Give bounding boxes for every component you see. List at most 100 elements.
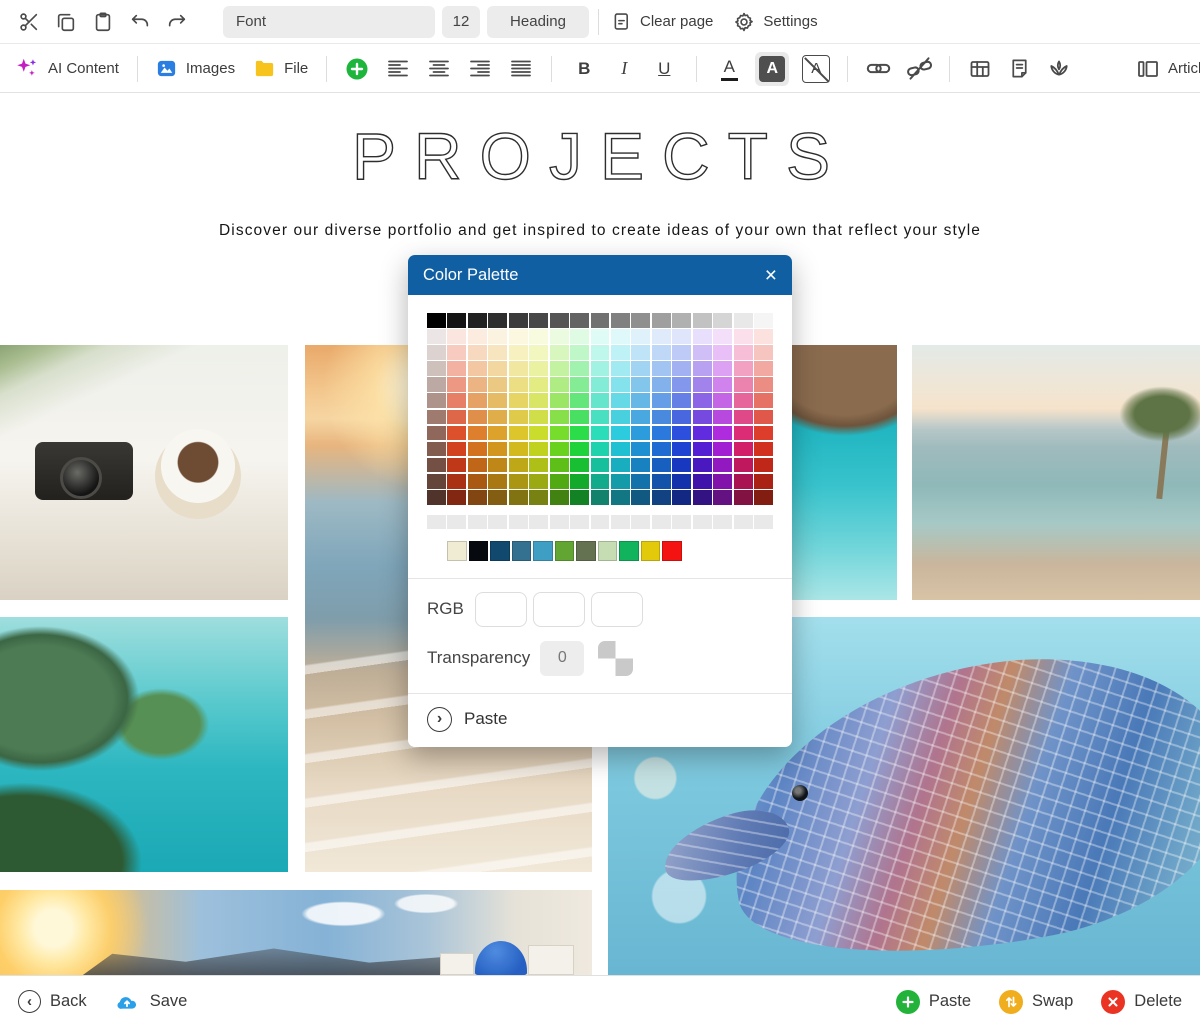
palette-swatch[interactable]: [488, 377, 507, 392]
align-left-button[interactable]: [386, 57, 410, 81]
palette-swatch[interactable]: [509, 490, 528, 505]
palette-swatch[interactable]: [734, 345, 753, 360]
palette-swatch[interactable]: [611, 474, 630, 489]
palette-swatch[interactable]: [693, 313, 712, 328]
file-button[interactable]: File: [253, 57, 308, 80]
palette-swatch[interactable]: [652, 393, 671, 408]
palette-swatch[interactable]: [693, 393, 712, 408]
photo-coastal-cliffs[interactable]: [0, 617, 288, 872]
recent-color-swatch[interactable]: [576, 541, 596, 561]
palette-swatch[interactable]: [468, 474, 487, 489]
palette-swatch[interactable]: [591, 426, 610, 441]
palette-empty-swatch[interactable]: [631, 515, 650, 530]
palette-swatch[interactable]: [570, 442, 589, 457]
rgb-b-input[interactable]: [591, 592, 643, 627]
palette-swatch[interactable]: [447, 442, 466, 457]
palette-swatch[interactable]: [550, 345, 569, 360]
palette-swatch[interactable]: [631, 426, 650, 441]
palette-swatch[interactable]: [734, 361, 753, 376]
palette-swatch[interactable]: [529, 474, 548, 489]
palette-swatch[interactable]: [754, 458, 773, 473]
redo-button[interactable]: [158, 4, 195, 40]
palette-swatch[interactable]: [672, 442, 691, 457]
palette-swatch[interactable]: [754, 393, 773, 408]
palette-swatch[interactable]: [591, 313, 610, 328]
palette-swatch[interactable]: [611, 377, 630, 392]
palette-swatch[interactable]: [631, 410, 650, 425]
palette-swatch[interactable]: [468, 361, 487, 376]
palette-swatch[interactable]: [631, 393, 650, 408]
palette-swatch[interactable]: [468, 442, 487, 457]
palette-swatch[interactable]: [468, 345, 487, 360]
palette-swatch[interactable]: [550, 490, 569, 505]
palette-swatch[interactable]: [468, 426, 487, 441]
palette-swatch[interactable]: [570, 410, 589, 425]
palette-swatch[interactable]: [734, 490, 753, 505]
palette-swatch[interactable]: [652, 474, 671, 489]
palette-swatch[interactable]: [591, 345, 610, 360]
underline-button[interactable]: U: [652, 59, 676, 79]
insert-page-button[interactable]: [1008, 57, 1031, 80]
palette-swatch[interactable]: [570, 490, 589, 505]
palette-swatch[interactable]: [713, 345, 732, 360]
palette-swatch[interactable]: [447, 329, 466, 344]
palette-swatch[interactable]: [611, 361, 630, 376]
palette-swatch[interactable]: [611, 426, 630, 441]
palette-swatch[interactable]: [672, 361, 691, 376]
palette-swatch[interactable]: [509, 474, 528, 489]
palette-swatch[interactable]: [693, 442, 712, 457]
palette-swatch[interactable]: [550, 426, 569, 441]
rgb-r-input[interactable]: [475, 592, 527, 627]
images-button[interactable]: Images: [155, 57, 235, 80]
palette-swatch[interactable]: [509, 426, 528, 441]
align-right-button[interactable]: [468, 57, 492, 81]
back-button[interactable]: ‹ Back: [18, 990, 87, 1013]
font-family-select[interactable]: Font: [223, 6, 435, 38]
palette-swatch[interactable]: [713, 377, 732, 392]
palette-swatch[interactable]: [468, 410, 487, 425]
palette-swatch[interactable]: [693, 426, 712, 441]
palette-swatch[interactable]: [447, 313, 466, 328]
palette-swatch[interactable]: [754, 474, 773, 489]
palette-swatch[interactable]: [529, 393, 548, 408]
palette-swatch[interactable]: [509, 377, 528, 392]
settings-button[interactable]: Settings: [733, 11, 817, 33]
palette-swatch[interactable]: [427, 490, 446, 505]
palette-swatch[interactable]: [754, 426, 773, 441]
palette-swatch[interactable]: [447, 474, 466, 489]
recent-color-swatch[interactable]: [619, 541, 639, 561]
copy-button[interactable]: [47, 4, 84, 40]
palette-swatch[interactable]: [570, 393, 589, 408]
palette-empty-swatch[interactable]: [693, 515, 712, 530]
palette-swatch[interactable]: [427, 474, 446, 489]
palette-swatch[interactable]: [591, 474, 610, 489]
palette-swatch[interactable]: [631, 345, 650, 360]
palette-swatch[interactable]: [693, 377, 712, 392]
clear-format-button[interactable]: A: [802, 55, 830, 83]
palette-swatch[interactable]: [734, 313, 753, 328]
palette-swatch[interactable]: [427, 361, 446, 376]
palette-swatch[interactable]: [631, 361, 650, 376]
palette-swatch[interactable]: [529, 345, 548, 360]
palette-swatch[interactable]: [591, 361, 610, 376]
palette-swatch[interactable]: [754, 345, 773, 360]
palette-swatch[interactable]: [713, 442, 732, 457]
transparency-input[interactable]: [540, 641, 584, 676]
palette-swatch[interactable]: [550, 361, 569, 376]
palette-swatch[interactable]: [672, 458, 691, 473]
palette-swatch[interactable]: [550, 329, 569, 344]
palette-swatch[interactable]: [427, 442, 446, 457]
palette-empty-swatch[interactable]: [672, 515, 691, 530]
palette-swatch[interactable]: [611, 442, 630, 457]
palette-swatch[interactable]: [734, 329, 753, 344]
paragraph-style-select[interactable]: Heading: [487, 6, 589, 38]
palette-swatch[interactable]: [488, 458, 507, 473]
paste-button[interactable]: Paste: [896, 990, 971, 1014]
palette-swatch[interactable]: [652, 442, 671, 457]
palette-swatch[interactable]: [488, 361, 507, 376]
palette-swatch[interactable]: [734, 474, 753, 489]
palette-swatch[interactable]: [488, 313, 507, 328]
palette-swatch[interactable]: [550, 410, 569, 425]
palette-empty-swatch[interactable]: [570, 515, 589, 530]
palette-swatch[interactable]: [693, 361, 712, 376]
